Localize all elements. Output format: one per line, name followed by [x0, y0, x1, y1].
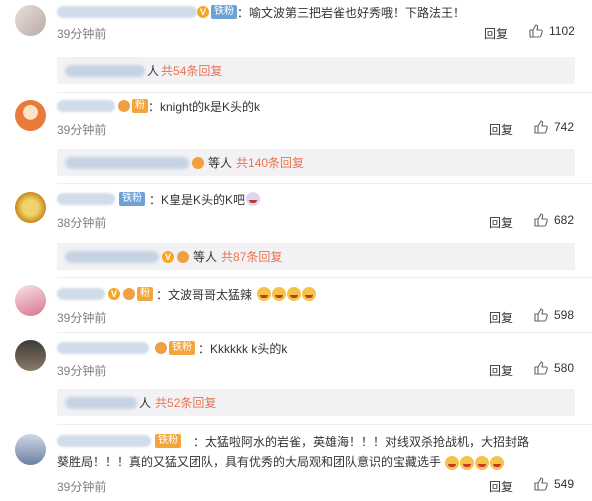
like-button[interactable]: 580 [534, 361, 574, 375]
comment-text: ：knight的k是K头的k [148, 99, 261, 114]
replier-suffix: 人 [147, 64, 160, 78]
like-button[interactable]: 742 [534, 120, 574, 134]
thumb-up-icon [534, 120, 548, 134]
like-button[interactable]: 598 [534, 308, 574, 322]
username-blurred[interactable] [57, 6, 197, 18]
reply-count-link[interactable]: 共87条回复 [221, 248, 282, 265]
comment-time: 39分钟前 [57, 123, 107, 137]
replier-names-blurred [65, 250, 159, 263]
verified-icon: V [162, 250, 174, 263]
reply-count-link[interactable]: 共54条回复 [161, 62, 222, 79]
emoji-icon [475, 455, 490, 470]
reply-button[interactable]: 回复 [489, 214, 513, 231]
emoji-icon [272, 287, 287, 302]
fan-level-icon [192, 156, 204, 169]
replier-names-blurred [65, 64, 145, 77]
divider [57, 92, 592, 93]
comment-time: 39分钟前 [57, 311, 107, 325]
username-blurred[interactable] [57, 342, 149, 354]
emoji-icon [490, 455, 505, 470]
fan-badge: 铁粉 [211, 5, 237, 19]
sub-replies-box[interactable]: 人 共54条回复 [57, 57, 575, 84]
avatar[interactable] [15, 5, 46, 36]
like-count: 682 [554, 213, 575, 227]
like-button[interactable]: 682 [534, 213, 574, 227]
emoji-icon [246, 192, 261, 206]
comment-time: 39分钟前 [57, 27, 107, 41]
emoji-icon [287, 287, 302, 302]
fan-level-icon [155, 342, 167, 354]
divider [57, 332, 592, 333]
fan-level-icon [118, 100, 130, 112]
avatar[interactable] [15, 340, 46, 371]
like-count: 742 [554, 120, 575, 134]
replier-names-blurred [65, 396, 137, 409]
replier-suffix: 人 [139, 396, 152, 410]
emoji-icon [257, 287, 272, 302]
emoji-icon [445, 455, 460, 470]
like-button[interactable]: 549 [534, 477, 574, 491]
comment-time: 39分钟前 [57, 364, 107, 378]
sub-replies-box[interactable]: 等人 共140条回复 [57, 149, 575, 176]
thumb-up-icon [534, 213, 548, 227]
fan-level-icon [177, 250, 189, 263]
comment-time: 39分钟前 [57, 480, 107, 494]
reply-button[interactable]: 回复 [489, 309, 513, 326]
replier-suffix: 等人 [208, 156, 233, 170]
comment-text: ：Kkkkkk k头的k [198, 341, 288, 356]
thumb-up-icon [534, 308, 548, 322]
avatar[interactable] [15, 100, 46, 131]
reply-button[interactable]: 回复 [489, 121, 513, 138]
divider [57, 277, 592, 278]
username-blurred[interactable] [57, 193, 115, 205]
avatar[interactable] [15, 192, 46, 223]
avatar[interactable] [15, 285, 46, 316]
verified-icon: V [108, 288, 120, 300]
emoji-icon [460, 455, 475, 470]
thumb-up-icon [529, 24, 543, 38]
thumb-up-icon [534, 361, 548, 375]
comment-text: ：太猛啦阿水的岩雀，英雄海！！！对线双杀抢战机，大招封路葵胜局！！！真的又猛又团… [57, 435, 530, 470]
fan-badge: 铁粉 [169, 341, 195, 355]
reply-button[interactable]: 回复 [489, 478, 513, 495]
comment-text: ：喻文波第三把岩雀也好秀哦！下路法王！ [237, 5, 466, 20]
like-count: 598 [554, 308, 575, 322]
replier-suffix: 等人 [193, 250, 218, 264]
avatar[interactable] [15, 434, 46, 465]
fan-badge: 粉 [132, 99, 148, 113]
reply-count-link[interactable]: 共52条回复 [155, 394, 216, 411]
comment-text: ：文波哥哥太猛辣 [156, 287, 253, 302]
like-count: 1102 [549, 24, 575, 38]
replier-names-blurred [65, 156, 189, 169]
verified-icon: V [197, 6, 209, 18]
username-blurred[interactable] [57, 100, 115, 112]
divider [57, 183, 592, 184]
emoji-icon [302, 287, 317, 302]
like-button[interactable]: 1102 [529, 24, 575, 38]
reply-button[interactable]: 回复 [489, 362, 513, 379]
fan-badge: 粉 [137, 287, 153, 301]
sub-replies-box[interactable]: V 等人 共87条回复 [57, 243, 575, 270]
thumb-up-icon [534, 477, 548, 491]
comment-time: 38分钟前 [57, 216, 107, 230]
reply-count-link[interactable]: 共140条回复 [236, 154, 304, 171]
comment-text: ：K皇是K头的K吧 [149, 192, 246, 207]
reply-button[interactable]: 回复 [484, 25, 508, 42]
divider [57, 424, 592, 425]
username-blurred[interactable] [57, 288, 105, 300]
like-count: 549 [554, 477, 575, 491]
like-count: 580 [554, 361, 575, 375]
fan-level-icon [123, 288, 135, 300]
sub-replies-box[interactable]: 人 共52条回复 [57, 389, 575, 416]
fan-badge: 铁粉 [119, 192, 145, 206]
